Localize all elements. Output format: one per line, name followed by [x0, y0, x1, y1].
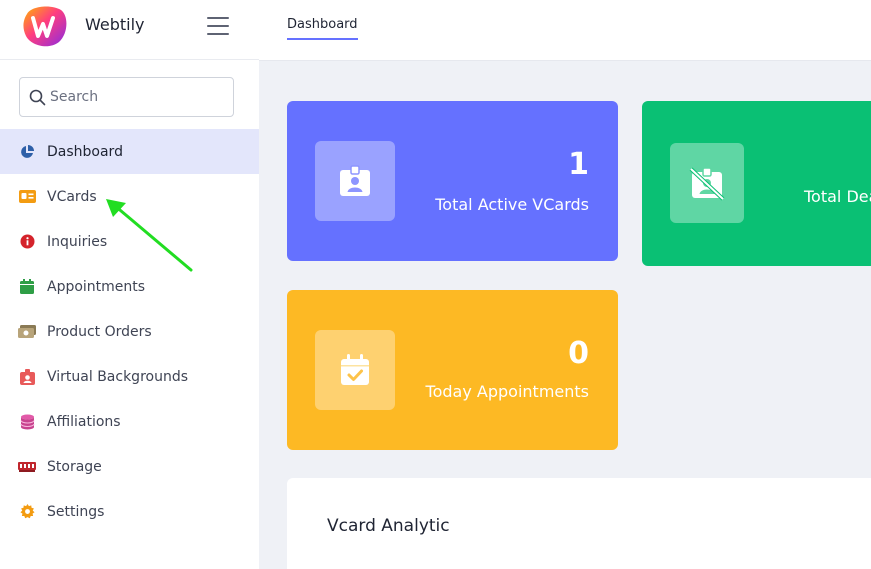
- calendar-check-icon: [341, 354, 369, 385]
- gear-icon: [18, 503, 36, 521]
- search-icon: [29, 89, 46, 106]
- coins-icon: [18, 413, 36, 431]
- card-value: 1: [568, 147, 589, 182]
- brand-header: Webtily: [0, 0, 259, 60]
- card-label: Today Appointments: [425, 382, 589, 401]
- sidebar-item-label: Settings: [47, 503, 105, 520]
- sidebar-item-appointments[interactable]: Appointments: [0, 264, 259, 309]
- sidebar-item-label: Storage: [47, 458, 102, 475]
- sidebar-item-label: Virtual Backgrounds: [47, 368, 189, 385]
- info-icon: [18, 233, 36, 251]
- sidebar-item-dashboard[interactable]: Dashboard: [0, 129, 259, 174]
- sidebar-item-virtual-backgrounds[interactable]: Virtual Backgrounds: [0, 354, 259, 399]
- sidebar-item-label: VCards: [47, 188, 97, 205]
- id-card-icon: [18, 188, 36, 206]
- sidebar-item-product-orders[interactable]: Product Orders: [0, 309, 259, 354]
- id-badge-icon: [340, 165, 370, 196]
- card-icon-box: [315, 141, 395, 221]
- card-label: Total Dea: [804, 187, 871, 206]
- vcard-analytic-panel: Vcard Analytic: [287, 478, 871, 569]
- stat-card-today-appointments[interactable]: 0 Today Appointments: [287, 290, 618, 450]
- sidebar-item-label: Inquiries: [47, 233, 108, 250]
- memory-icon: [18, 458, 36, 476]
- card-icon-box: [670, 143, 744, 223]
- card-label: Total Active VCards: [435, 195, 589, 214]
- sidebar: Webtily Dashboard VCards Inq: [0, 0, 259, 569]
- calendar-icon: [18, 278, 36, 296]
- sidebar-item-label: Appointments: [47, 278, 146, 295]
- stat-card-active-vcards[interactable]: 1 Total Active VCards: [287, 101, 618, 261]
- search-input[interactable]: [50, 78, 230, 116]
- sidebar-item-label: Affiliations: [47, 413, 121, 430]
- search-box[interactable]: [19, 77, 234, 117]
- tab-dashboard[interactable]: Dashboard: [287, 17, 358, 40]
- sidebar-item-storage[interactable]: Storage: [0, 444, 259, 489]
- card-icon-box: [315, 330, 395, 410]
- sidebar-item-vcards[interactable]: VCards: [0, 174, 259, 219]
- panel-title: Vcard Analytic: [327, 516, 450, 536]
- sidebar-item-affiliations[interactable]: Affiliations: [0, 399, 259, 444]
- stat-card-deactivated-vcards[interactable]: Total Dea: [642, 101, 871, 266]
- badge-icon: [18, 368, 36, 386]
- pie-chart-icon: [18, 143, 36, 161]
- sidebar-item-inquiries[interactable]: Inquiries: [0, 219, 259, 264]
- webtily-logo-icon[interactable]: [21, 4, 69, 48]
- sidebar-item-settings[interactable]: Settings: [0, 489, 259, 534]
- money-icon: [18, 323, 36, 341]
- hamburger-menu-icon[interactable]: [207, 17, 229, 35]
- card-value: 0: [568, 336, 589, 371]
- sidebar-item-label: Dashboard: [47, 143, 123, 160]
- id-badge-slash-icon: [689, 167, 725, 201]
- top-bar: Dashboard: [259, 0, 871, 61]
- sidebar-item-label: Product Orders: [47, 323, 152, 340]
- brand-name: Webtily: [85, 15, 145, 34]
- sidebar-menu: Dashboard VCards Inquiries Appointments …: [0, 129, 259, 534]
